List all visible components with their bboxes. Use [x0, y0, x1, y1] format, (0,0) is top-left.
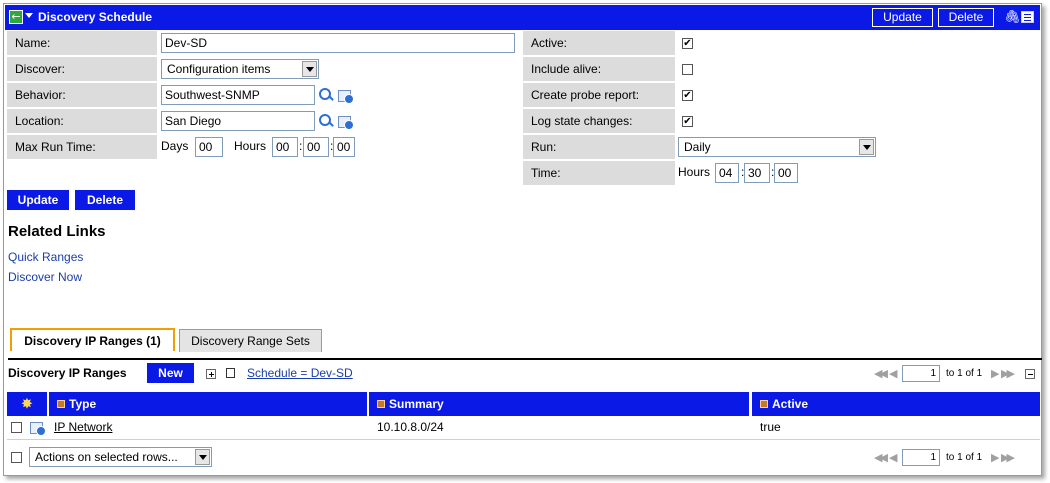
time-separator: : [299, 139, 303, 153]
column-header-summary[interactable]: Summary [369, 392, 749, 416]
location-label: Location: [7, 109, 157, 133]
row-active: true [760, 420, 781, 434]
name-field[interactable]: Dev-SD [161, 33, 515, 53]
header-delete-button[interactable]: Delete [938, 8, 994, 27]
run-label: Run: [523, 135, 675, 159]
tab-divider [8, 358, 1042, 360]
paperclip-icon[interactable]: 🖇 [1004, 10, 1021, 25]
select-all-checkbox[interactable] [11, 452, 22, 463]
form-window: ← Discovery Schedule Update Delete 🖇 Nam… [3, 3, 1042, 476]
next-page-icon[interactable]: ▶ [991, 451, 1000, 464]
chevron-down-icon[interactable] [195, 449, 210, 465]
discover-now-link[interactable]: Discover Now [8, 270, 82, 284]
behavior-lookup-search-icon[interactable] [319, 88, 333, 102]
column-header-active[interactable]: Active [752, 392, 1040, 416]
update-button[interactable]: Update [7, 190, 69, 210]
record-preview-icon[interactable] [30, 421, 46, 436]
list-title: Discovery IP Ranges [8, 366, 127, 380]
first-page-icon[interactable]: ◀◀ [874, 451, 888, 464]
location-field[interactable]: San Diego [161, 111, 315, 131]
pager-text: to 1 of 1 [946, 368, 983, 379]
max-hours-field[interactable]: 00 [272, 137, 298, 157]
quick-ranges-link[interactable]: Quick Ranges [8, 250, 83, 264]
tab-discovery-range-sets[interactable]: Discovery Range Sets [179, 329, 322, 352]
delete-button[interactable]: Delete [75, 190, 135, 210]
page-title: Discovery Schedule [38, 10, 153, 24]
form-header: ← Discovery Schedule Update Delete 🖇 [5, 5, 1040, 30]
breadcrumb[interactable]: Schedule = Dev-SD [247, 366, 353, 380]
days-label: Days [161, 139, 189, 153]
new-button[interactable]: New [147, 363, 194, 383]
log-state-changes-checkbox[interactable]: ✔ [682, 116, 693, 127]
sort-icon [57, 400, 65, 408]
discover-selected-value: Configuration items [167, 62, 271, 76]
row-select-checkbox[interactable] [11, 422, 22, 433]
days-field[interactable]: 00 [195, 137, 223, 157]
active-checkbox[interactable]: ✔ [682, 38, 693, 49]
behavior-field[interactable]: Southwest-SNMP [161, 85, 315, 105]
sort-icon [377, 400, 385, 408]
chevron-down-icon[interactable] [302, 61, 317, 77]
last-page-icon[interactable]: ▶▶ [1001, 451, 1015, 464]
include-alive-checkbox[interactable] [682, 64, 693, 75]
bottom-pager-text: to 1 of 1 [946, 452, 983, 463]
time-minutes-field[interactable]: 30 [744, 163, 770, 183]
location-lookup-search-icon[interactable] [319, 114, 333, 128]
max-minutes-field[interactable]: 00 [303, 137, 329, 157]
time-hours-label: Hours [678, 165, 711, 179]
context-menu-icon[interactable] [25, 13, 33, 18]
page-number-input[interactable]: 1 [902, 365, 940, 382]
next-page-icon[interactable]: ▶ [991, 367, 1000, 380]
header-update-button[interactable]: Update [872, 8, 933, 27]
row-summary: 10.10.8.0/24 [377, 420, 444, 434]
chevron-down-icon[interactable] [859, 139, 874, 155]
active-label: Active: [523, 31, 675, 55]
document-icon[interactable] [226, 368, 235, 378]
max-run-time-label: Max Run Time: [7, 135, 157, 159]
sort-icon [760, 400, 768, 408]
column-label-type: Type [69, 397, 97, 411]
time-label: Time: [523, 161, 675, 185]
location-reference-icon[interactable] [338, 115, 354, 130]
back-arrow-icon[interactable]: ← [9, 10, 23, 24]
previous-page-icon[interactable]: ◀ [889, 367, 898, 380]
run-selected-value: Daily [684, 140, 711, 154]
create-probe-report-checkbox[interactable]: ✔ [682, 90, 693, 101]
first-page-icon[interactable]: ◀◀ [874, 367, 888, 380]
tab-discovery-ip-ranges[interactable]: Discovery IP Ranges (1) [10, 328, 175, 351]
actions-select[interactable]: Actions on selected rows... [29, 447, 212, 467]
create-probe-report-label: Create probe report: [523, 83, 675, 107]
behavior-reference-icon[interactable] [338, 89, 354, 104]
discover-label: Discover: [7, 57, 157, 81]
time-hours-field[interactable]: 04 [715, 163, 739, 183]
time-seconds-field[interactable]: 00 [774, 163, 798, 183]
last-page-icon[interactable]: ▶▶ [1001, 367, 1015, 380]
discover-select[interactable]: Configuration items [161, 59, 319, 79]
related-links-title: Related Links [8, 223, 106, 240]
previous-page-icon[interactable]: ◀ [889, 451, 898, 464]
collapse-icon[interactable] [1025, 369, 1035, 379]
row-type-link[interactable]: IP Network [54, 420, 112, 434]
actions-select-value: Actions on selected rows... [35, 450, 178, 464]
name-label: Name: [7, 31, 157, 55]
table-row: IP Network 10.10.8.0/24 true [7, 416, 1040, 440]
column-label-active: Active [772, 397, 809, 411]
log-state-changes-label: Log state changes: [523, 109, 675, 133]
bottom-page-number-input[interactable]: 1 [902, 449, 940, 466]
column-label-summary: Summary [389, 397, 444, 411]
hours-label: Hours [234, 139, 267, 153]
settings-gear-icon[interactable]: ✸ [7, 392, 47, 416]
max-seconds-field[interactable]: 00 [333, 137, 355, 157]
form-list-icon[interactable] [1021, 11, 1034, 23]
behavior-label: Behavior: [7, 83, 157, 107]
column-header-type[interactable]: Type [49, 392, 367, 416]
include-alive-label: Include alive: [523, 57, 675, 81]
expand-icon[interactable] [206, 369, 216, 379]
run-select[interactable]: Daily [678, 137, 876, 157]
